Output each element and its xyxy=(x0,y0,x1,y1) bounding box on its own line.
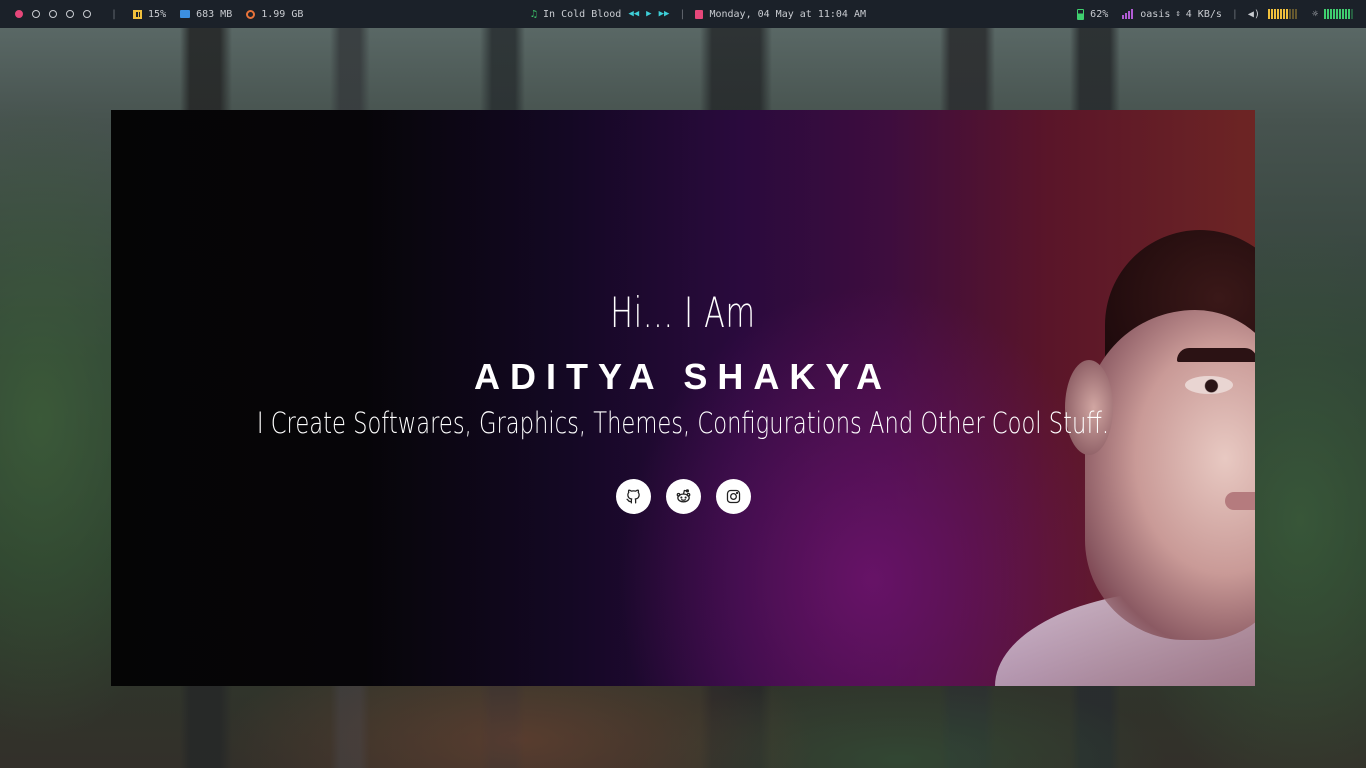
workspace-3-indicator[interactable] xyxy=(48,10,57,18)
battery-level: 62% xyxy=(1090,8,1109,20)
separator: | xyxy=(111,8,118,20)
github-link[interactable] xyxy=(615,479,651,514)
brightness-icon[interactable]: ☼ xyxy=(1312,9,1318,20)
cpu-usage: 15% xyxy=(148,8,167,20)
hero-card: Hi... I Am ADITYA SHAKYA I Create Softwa… xyxy=(111,110,1255,686)
next-track-icon[interactable]: ▶▶ xyxy=(659,9,670,19)
workspace-1-indicator[interactable] xyxy=(14,10,23,18)
memory-module: 683 MB xyxy=(180,9,232,20)
music-title: In Cold Blood xyxy=(543,8,622,20)
separator: | xyxy=(679,8,686,20)
music-note-icon: ♫ xyxy=(531,8,538,20)
instagram-icon xyxy=(726,489,740,504)
github-icon xyxy=(625,489,640,504)
tagline: I Create Softwares, Graphics, Themes, Co… xyxy=(256,406,1110,440)
separator: | xyxy=(1231,8,1238,20)
instagram-link[interactable] xyxy=(715,479,751,514)
calendar-icon xyxy=(695,9,704,19)
status-bar-left: | 15% 683 MB 1.99 GB xyxy=(10,0,317,28)
battery-icon xyxy=(1077,8,1085,20)
network-updown-icon: ⇕ xyxy=(1175,9,1181,19)
status-bar: | 15% 683 MB 1.99 GB ♫ In Cold Blood ◀◀ … xyxy=(0,0,1366,28)
status-bar-right: 62% oasis ⇕ 4 KB/s | ◀) ☼ xyxy=(1077,0,1354,28)
date-time: Monday, 04 May at 11:04 AM xyxy=(709,8,866,20)
reddit-link[interactable] xyxy=(665,479,701,514)
brightness-level-bar[interactable] xyxy=(1324,9,1354,19)
volume-icon[interactable]: ◀) xyxy=(1248,9,1260,20)
reddit-icon xyxy=(676,489,690,503)
network-name: oasis xyxy=(1140,8,1171,20)
wifi-signal-icon xyxy=(1122,9,1134,19)
play-icon[interactable]: ▶ xyxy=(646,9,651,19)
disk-module: 1.99 GB xyxy=(246,9,303,20)
workspace-2-indicator[interactable] xyxy=(31,10,40,18)
volume-level-bar[interactable] xyxy=(1267,9,1298,19)
greeting-heading: Hi... I Am xyxy=(610,288,756,337)
hero-text: Hi... I Am ADITYA SHAKYA I Create Softwa… xyxy=(111,110,1255,686)
workspace-5-indicator[interactable] xyxy=(82,10,91,18)
memory-icon xyxy=(180,10,191,18)
author-name: ADITYA SHAKYA xyxy=(473,356,893,397)
workspace-4-indicator[interactable] xyxy=(65,10,74,18)
social-links xyxy=(111,479,1255,514)
disk-usage: 1.99 GB xyxy=(261,8,304,20)
cpu-module: 15% xyxy=(133,9,166,20)
network-speed: 4 KB/s xyxy=(1185,8,1222,20)
status-bar-center: ♫ In Cold Blood ◀◀ ▶ ▶▶ | Monday, 04 May… xyxy=(531,0,866,28)
cpu-icon xyxy=(133,9,143,19)
previous-track-icon[interactable]: ◀◀ xyxy=(628,9,639,19)
disk-icon xyxy=(246,9,256,19)
memory-usage: 683 MB xyxy=(196,8,233,20)
